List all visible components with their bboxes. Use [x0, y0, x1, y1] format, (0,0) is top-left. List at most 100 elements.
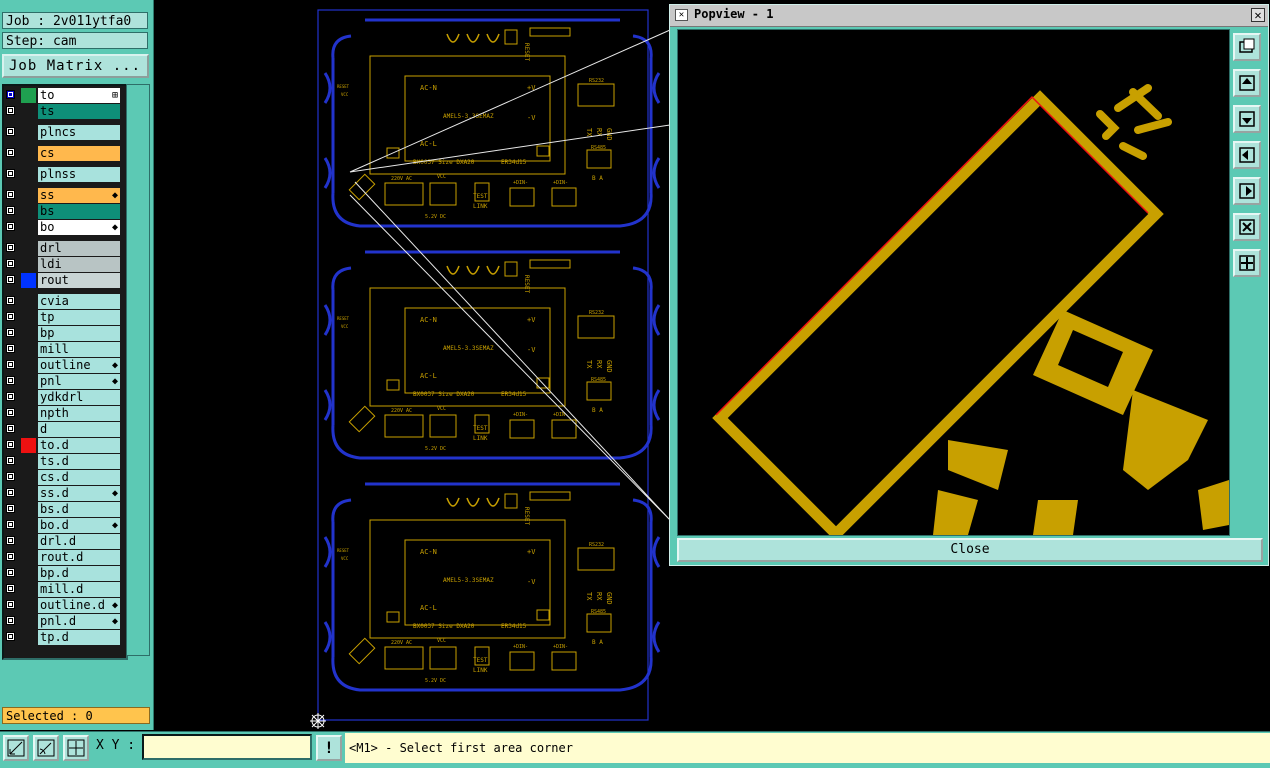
- layer-row-to-d[interactable]: to.d: [2, 438, 120, 453]
- layer-name[interactable]: drl.d: [38, 534, 120, 549]
- layer-row-cs-d[interactable]: cs.d: [2, 470, 120, 485]
- layer-name[interactable]: to.d: [38, 438, 120, 453]
- layer-checkbox[interactable]: [6, 600, 15, 609]
- layer-name[interactable]: bp.d: [38, 566, 120, 581]
- popview-titlebar[interactable]: ✕ Popview - 1 ✕: [670, 5, 1268, 27]
- layer-row-bs[interactable]: bs: [2, 204, 120, 219]
- layer-row-bo[interactable]: bo ◆: [2, 220, 120, 235]
- job-matrix-button[interactable]: Job Matrix ...: [2, 54, 149, 78]
- layer-checkbox[interactable]: [6, 568, 15, 577]
- layer-row-cvia[interactable]: cvia: [2, 294, 120, 309]
- layer-checkbox[interactable]: [6, 222, 15, 231]
- layer-name[interactable]: ts: [38, 104, 120, 119]
- layer-checkbox[interactable]: [6, 275, 15, 284]
- layer-checkbox[interactable]: [6, 456, 15, 465]
- layer-checkbox[interactable]: [6, 106, 15, 115]
- layer-name[interactable]: ss ◆: [38, 188, 120, 203]
- layer-checkbox[interactable]: [6, 296, 15, 305]
- layer-checkbox[interactable]: [6, 360, 15, 369]
- layer-checkbox[interactable]: [6, 504, 15, 513]
- layer-row-outline-d[interactable]: outline.d ◆: [2, 598, 120, 613]
- pan-left-icon[interactable]: [1233, 141, 1261, 169]
- layer-name[interactable]: pnl.d ◆: [38, 614, 120, 629]
- layer-name[interactable]: rout.d: [38, 550, 120, 565]
- layer-name[interactable]: bs: [38, 204, 120, 219]
- layer-name[interactable]: ldi: [38, 257, 120, 272]
- layer-checkbox[interactable]: [6, 206, 15, 215]
- alert-button[interactable]: !: [316, 735, 342, 761]
- layer-checkbox[interactable]: [6, 536, 15, 545]
- layer-row-plncs[interactable]: plncs: [2, 125, 120, 140]
- layer-checkbox[interactable]: [6, 424, 15, 433]
- layer-name[interactable]: plncs: [38, 125, 120, 140]
- zoom-in-icon[interactable]: [1233, 213, 1261, 241]
- layer-name[interactable]: bs.d: [38, 502, 120, 517]
- layer-checkbox[interactable]: [6, 243, 15, 252]
- layer-name[interactable]: outline ◆: [38, 358, 120, 373]
- snap-icon[interactable]: [33, 735, 59, 761]
- layer-name[interactable]: ydkdrl: [38, 390, 120, 405]
- layer-row-bo-d[interactable]: bo.d ◆: [2, 518, 120, 533]
- layer-row-cs[interactable]: cs: [2, 146, 120, 161]
- layer-row-ldi[interactable]: ldi: [2, 257, 120, 272]
- layer-row-npth[interactable]: npth: [2, 406, 120, 421]
- layer-row-tp[interactable]: tp: [2, 310, 120, 325]
- layer-name[interactable]: mill.d: [38, 582, 120, 597]
- pan-up-icon[interactable]: [1233, 69, 1261, 97]
- layer-row-ss[interactable]: ss ◆: [2, 188, 120, 203]
- layer-name[interactable]: outline.d ◆: [38, 598, 120, 613]
- layer-checkbox[interactable]: [6, 344, 15, 353]
- layer-checkbox[interactable]: [6, 440, 15, 449]
- layer-checkbox[interactable]: [6, 632, 15, 641]
- close-icon[interactable]: ✕: [1251, 8, 1265, 22]
- popview-close-button[interactable]: Close: [677, 538, 1263, 562]
- layer-row-ts-d[interactable]: ts.d: [2, 454, 120, 469]
- layer-row-plnss[interactable]: plnss: [2, 167, 120, 182]
- layer-checkbox[interactable]: [6, 190, 15, 199]
- layer-name[interactable]: plnss: [38, 167, 120, 182]
- layer-checkbox[interactable]: [6, 148, 15, 157]
- layer-row-ss-d[interactable]: ss.d ◆: [2, 486, 120, 501]
- layer-row-pnl[interactable]: pnl ◆: [2, 374, 120, 389]
- xy-input[interactable]: [142, 734, 312, 760]
- layer-name[interactable]: cs: [38, 146, 120, 161]
- layer-checkbox[interactable]: [6, 127, 15, 136]
- layer-list-scrollbar[interactable]: [126, 84, 150, 656]
- layer-row-mill-d[interactable]: mill.d: [2, 582, 120, 597]
- layer-checkbox[interactable]: [6, 488, 15, 497]
- layer-row-ts[interactable]: ts: [2, 104, 120, 119]
- layer-name[interactable]: pnl ◆: [38, 374, 120, 389]
- layer-row-rout[interactable]: rout: [2, 273, 120, 288]
- layer-row-bs-d[interactable]: bs.d: [2, 502, 120, 517]
- layer-row-to[interactable]: to ⊞: [2, 88, 120, 103]
- layer-row-pnl-d[interactable]: pnl.d ◆: [2, 614, 120, 629]
- layer-checkbox[interactable]: [6, 552, 15, 561]
- layer-name[interactable]: ts.d: [38, 454, 120, 469]
- layer-name[interactable]: to ⊞: [38, 88, 120, 103]
- layer-checkbox[interactable]: [6, 169, 15, 178]
- layer-row-drl[interactable]: drl: [2, 241, 120, 256]
- layer-name[interactable]: cvia: [38, 294, 120, 309]
- layer-checkbox[interactable]: [6, 472, 15, 481]
- layer-row-bp[interactable]: bp: [2, 326, 120, 341]
- measure-icon[interactable]: [3, 735, 29, 761]
- layer-checkbox[interactable]: [6, 312, 15, 321]
- layer-checkbox[interactable]: [6, 90, 15, 99]
- layer-checkbox[interactable]: [6, 408, 15, 417]
- layer-checkbox[interactable]: [6, 584, 15, 593]
- layer-checkbox[interactable]: [6, 376, 15, 385]
- layer-name[interactable]: bo ◆: [38, 220, 120, 235]
- layer-name[interactable]: drl: [38, 241, 120, 256]
- layer-name[interactable]: npth: [38, 406, 120, 421]
- layer-checkbox[interactable]: [6, 392, 15, 401]
- layer-name[interactable]: tp: [38, 310, 120, 325]
- layer-row-drl-d[interactable]: drl.d: [2, 534, 120, 549]
- pan-down-icon[interactable]: [1233, 105, 1261, 133]
- layer-checkbox[interactable]: [6, 259, 15, 268]
- layer-name[interactable]: mill: [38, 342, 120, 357]
- layer-name[interactable]: tp.d: [38, 630, 120, 645]
- zoom-out-icon[interactable]: [1233, 249, 1261, 277]
- layer-name[interactable]: bp: [38, 326, 120, 341]
- layer-row-tp-d[interactable]: tp.d: [2, 630, 120, 645]
- layer-row-mill[interactable]: mill: [2, 342, 120, 357]
